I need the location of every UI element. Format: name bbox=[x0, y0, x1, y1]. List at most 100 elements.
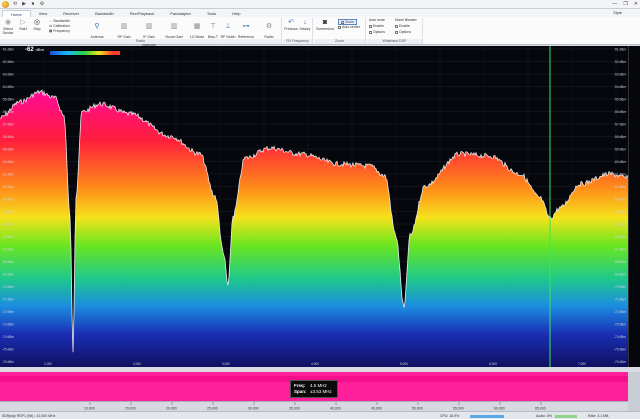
spectrum-fill bbox=[0, 90, 628, 367]
db-label: -55 dBm bbox=[614, 98, 626, 102]
db-label: -68 dBm bbox=[614, 260, 626, 264]
close-button[interactable]: ✕ bbox=[634, 1, 638, 7]
select-device-button[interactable]: ◉ Select Device bbox=[1, 19, 15, 35]
group-label-zoom: Zoom bbox=[314, 39, 365, 44]
db-label: -66 dBm bbox=[2, 235, 14, 239]
right-scrollbar[interactable] bbox=[628, 372, 640, 411]
tuning-info-box: Freq: 4.5 MHz Span: ±3.53 MHz bbox=[290, 380, 338, 398]
noise-blanker-enable-checkbox[interactable]: Enable bbox=[395, 24, 410, 28]
db-label: -68 dBm bbox=[2, 260, 14, 264]
db-label: -59 dBm bbox=[2, 148, 14, 152]
previous-button[interactable]: ↶ Previous bbox=[284, 19, 298, 31]
noise-blanker-options-checkbox[interactable]: Options bbox=[395, 30, 411, 34]
auto-mute-options-checkbox[interactable]: Options bbox=[369, 30, 385, 34]
db-label: -51 dBm bbox=[2, 48, 14, 52]
db-label: -57 dBm bbox=[614, 123, 626, 127]
undo-icon[interactable]: ⟲ bbox=[12, 1, 18, 7]
freq-scale-label: 60,000 bbox=[494, 407, 505, 411]
db-label: -53 dBm bbox=[2, 73, 14, 77]
freq-tick-label: 4,000 bbox=[311, 362, 319, 366]
stop-icon: ◎ bbox=[33, 19, 41, 26]
rf-notch-icon: ⊥ bbox=[224, 23, 232, 30]
stop-button[interactable]: ◎ Stop bbox=[31, 19, 43, 31]
db-label: -62 dBm bbox=[614, 185, 626, 189]
db-label: -57 dBm bbox=[2, 123, 14, 127]
db-label: -73 dBm bbox=[2, 323, 14, 327]
style-dropdown[interactable]: Style bbox=[613, 10, 622, 15]
start-icon: ▷ bbox=[20, 19, 26, 26]
db-label: -63 dBm bbox=[2, 198, 14, 202]
history-button[interactable]: ↓ History bbox=[298, 19, 312, 31]
tab-home[interactable]: Home bbox=[2, 10, 31, 17]
frequency-button[interactable]: ▦ Frequency bbox=[49, 29, 70, 33]
db-label: -71 dBm bbox=[614, 298, 626, 302]
ribbon-tabs: Home View Receiver Bandwidth Rec/Playbac… bbox=[0, 9, 640, 17]
stop-icon[interactable]: ⏹ bbox=[30, 1, 36, 7]
db-label: -60 dBm bbox=[614, 160, 626, 164]
visual-gain-icon: ▥ bbox=[170, 23, 178, 30]
ribbon-group-wideband-dsp: Auto mute Enable Options Noise Blanker E… bbox=[367, 18, 423, 44]
signal-meter bbox=[50, 51, 120, 55]
device-status: SDRplay RSP1 (Wi) • 10,000 MHz bbox=[2, 414, 56, 418]
settings-icon[interactable]: ⚙ bbox=[39, 1, 45, 7]
ribbon-group-radio: ◉ Select Device ▷ Start ◎ Stop ⇔ Bandwid… bbox=[0, 18, 282, 47]
audio-status: Audio: 0% bbox=[536, 414, 552, 418]
lo-mode-icon: ▦ bbox=[193, 23, 201, 30]
rate-status: Rate: 3.1 MB bbox=[588, 414, 609, 418]
db-label: -56 dBm bbox=[614, 110, 626, 114]
db-label: -73 dBm bbox=[614, 323, 626, 327]
window-controls: — ❐ ✕ bbox=[612, 1, 638, 7]
freq-scale-label: 40,000 bbox=[330, 407, 341, 411]
start-button[interactable]: ▷ Start bbox=[17, 19, 29, 31]
app-logo-icon[interactable] bbox=[2, 0, 9, 8]
history-icon: ↓ bbox=[303, 19, 307, 26]
freq-tick-label: 5,000 bbox=[400, 362, 408, 366]
db-label: -74 dBm bbox=[614, 335, 626, 339]
auto-mute-enable-checkbox[interactable]: Enable bbox=[369, 24, 384, 28]
maximize-button[interactable]: ❐ bbox=[623, 1, 627, 7]
db-label: -70 dBm bbox=[2, 285, 14, 289]
config-icon: ⚙ bbox=[265, 23, 273, 30]
spectrum-plot[interactable]: -51 dBm -52 dBm -53 dBm -54 dBm -55 dBm -56 d… bbox=[0, 46, 628, 367]
freq-scale-label: 35,000 bbox=[289, 407, 300, 411]
db-label: -67 dBm bbox=[614, 248, 626, 252]
freq-tick-label: 6,000 bbox=[489, 362, 497, 366]
db-label: -54 dBm bbox=[614, 85, 626, 89]
tab-bandwidth[interactable]: Bandwidth bbox=[87, 10, 122, 17]
db-label: -61 dBm bbox=[2, 173, 14, 177]
tab-help[interactable]: Help bbox=[224, 10, 248, 17]
freq-scale-label: 15,000 bbox=[125, 407, 136, 411]
spectrum-display[interactable]: -51 dBm -52 dBm -53 dBm -54 dBm -55 dBm -56 d… bbox=[0, 46, 640, 367]
tab-tools[interactable]: Tools bbox=[199, 10, 224, 17]
zoom-checkbox bbox=[341, 20, 344, 24]
db-label: -56 dBm bbox=[2, 110, 14, 114]
freq-value: 4.5 MHz bbox=[310, 383, 327, 388]
previous-icon: ↶ bbox=[288, 19, 294, 26]
db-label: -53 dBm bbox=[614, 73, 626, 77]
frequency-scale[interactable]: 10,000 15,000 20,000 25,000 30,000 35,000 40,0… bbox=[0, 401, 628, 411]
tab-panadapter[interactable]: Panadapter bbox=[162, 10, 199, 17]
rf-gain-icon: ▥ bbox=[120, 23, 128, 30]
db-label: -69 dBm bbox=[614, 273, 626, 277]
screenshot-button[interactable]: ◙ Screenshot bbox=[315, 19, 335, 31]
calibration-button[interactable]: ⚖ Calibration bbox=[49, 24, 70, 28]
bandwidth-button[interactable]: ⇔ Bandwidth bbox=[49, 19, 70, 23]
tab-receiver[interactable]: Receiver bbox=[55, 10, 87, 17]
auto-center-checkbox[interactable]: Auto center bbox=[338, 25, 360, 29]
tab-rec-playback[interactable]: Rec/Playback bbox=[122, 10, 162, 17]
freq-scale-label: 45,000 bbox=[371, 407, 382, 411]
freq-tick-label: 3,000 bbox=[222, 362, 230, 366]
db-label: -54 dBm bbox=[2, 85, 14, 89]
minimize-button[interactable]: — bbox=[612, 1, 617, 7]
db-label: -61 dBm bbox=[614, 173, 626, 177]
freq-scale-label: 55,000 bbox=[453, 407, 464, 411]
tab-view[interactable]: View bbox=[31, 10, 56, 17]
db-label: -51 dBm bbox=[614, 48, 626, 52]
db-label: -52 dBm bbox=[614, 60, 626, 64]
antenna-icon: ⚲ bbox=[94, 23, 100, 30]
play-icon[interactable]: ▶ bbox=[21, 1, 27, 7]
status-bar: SDRplay RSP1 (Wi) • 10,000 MHz CPU: 16.9… bbox=[0, 411, 640, 419]
freq-scale-label: 65,000 bbox=[535, 407, 546, 411]
db-label: -74 dBm bbox=[2, 335, 14, 339]
freq-scale-label: 30,000 bbox=[248, 407, 259, 411]
